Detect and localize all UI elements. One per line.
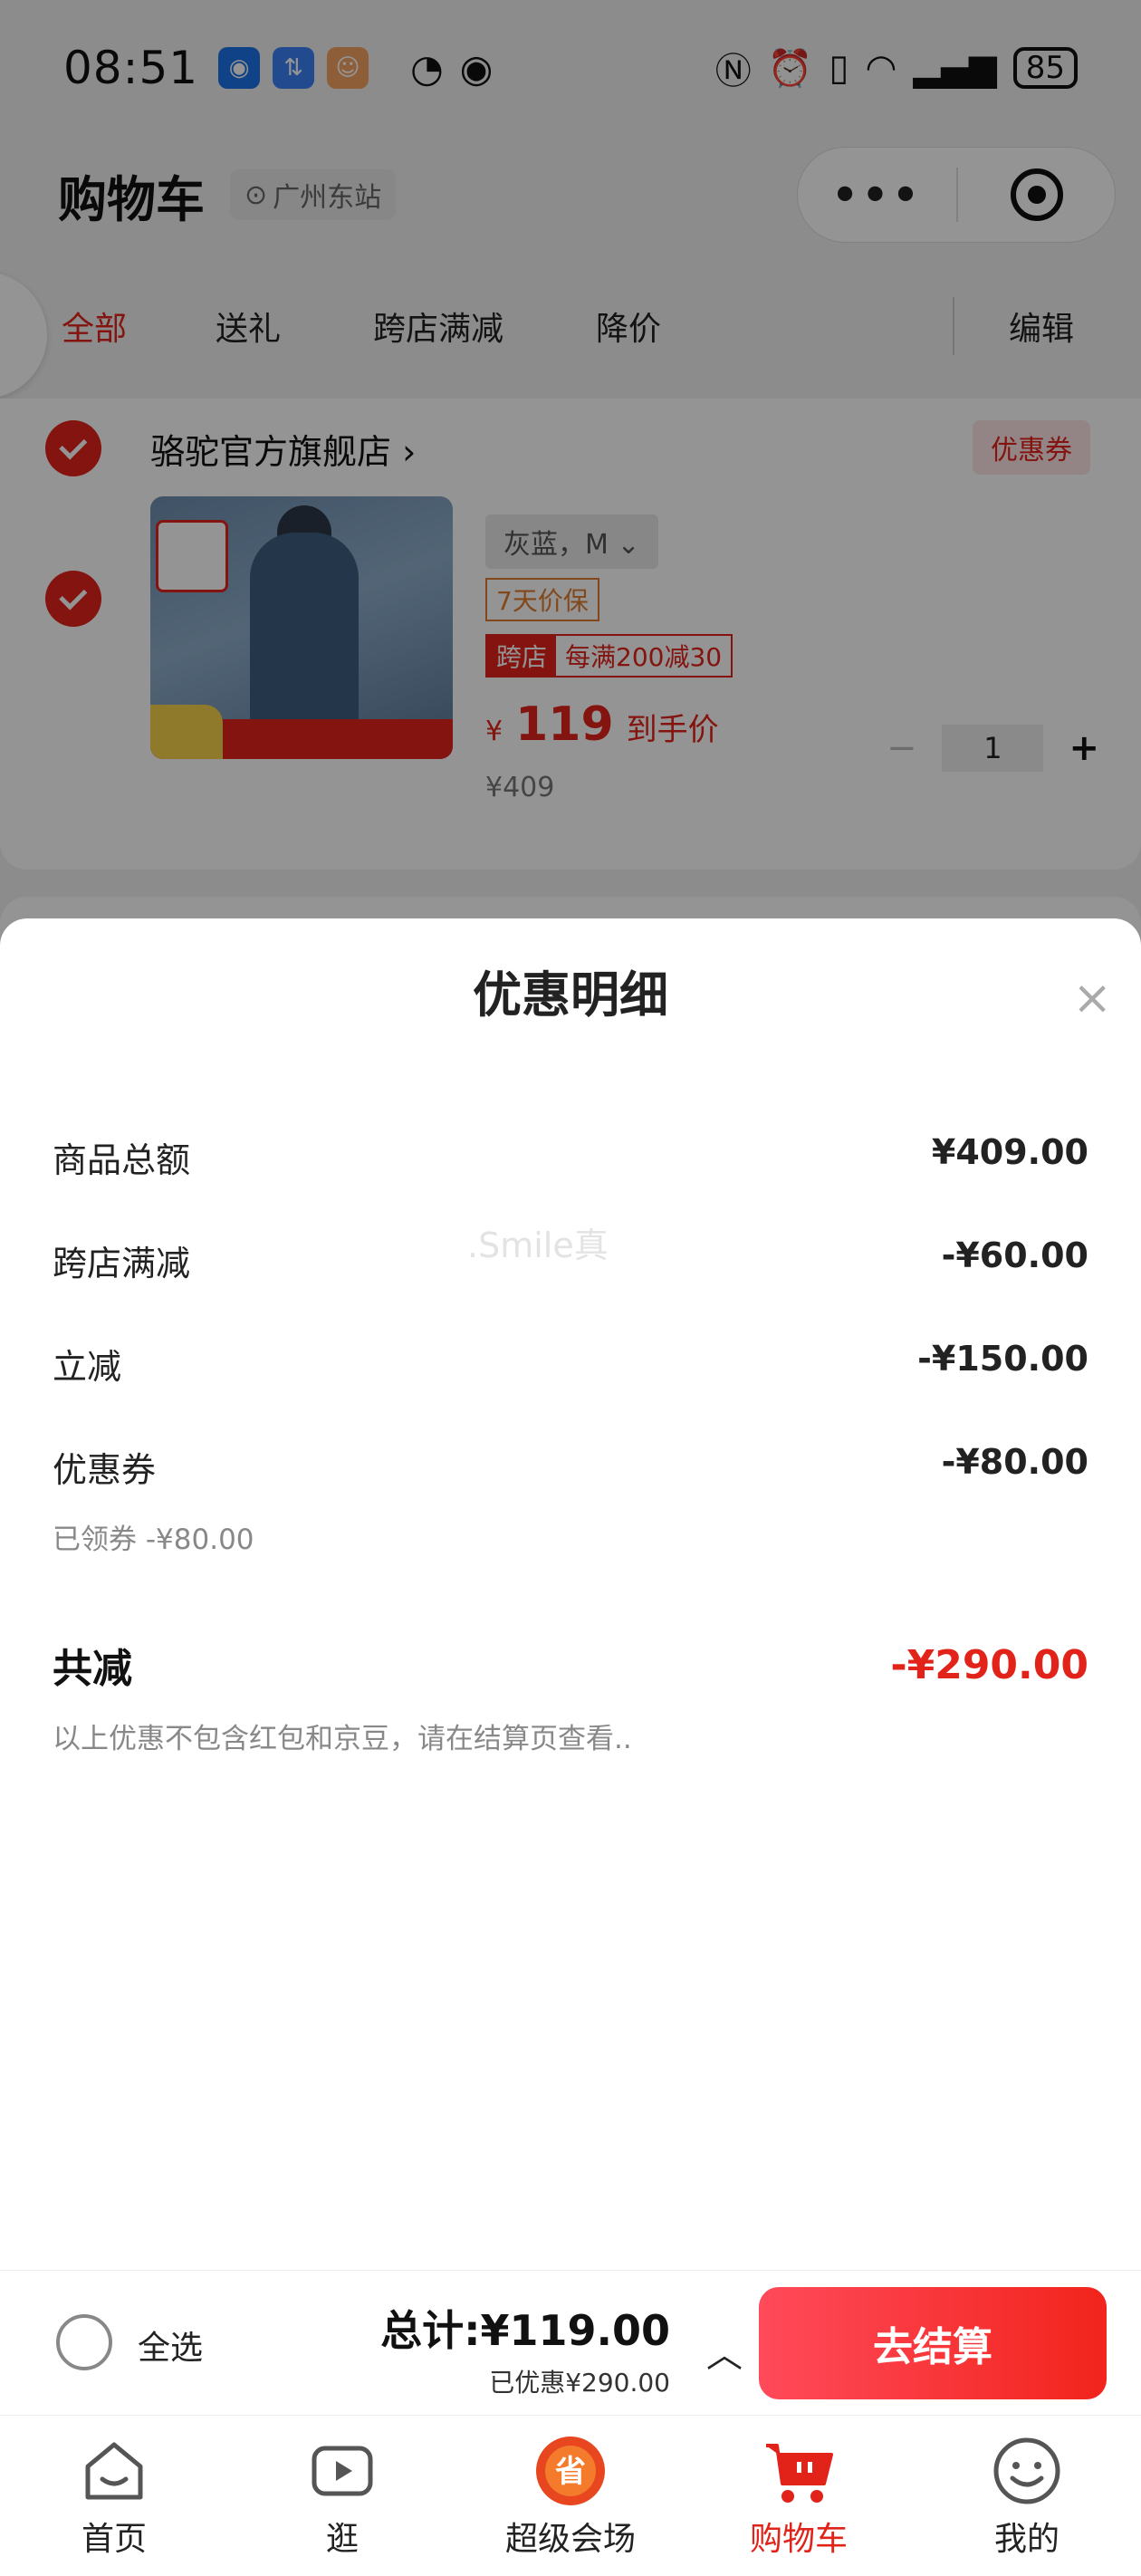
select-all-label[interactable]: 全选 <box>138 2321 203 2369</box>
close-icon[interactable]: × <box>1072 975 1112 1022</box>
total-label: 共减 <box>53 1646 132 1692</box>
total-discount-row: 共减 -¥290.00 <box>53 1636 1088 1694</box>
detail-row: 立减 -¥150.00 <box>53 1339 1088 1389</box>
tabbar-item-venue[interactable]: 省 超级会场 <box>456 2416 685 2576</box>
row-label: 立减 <box>53 1347 122 1387</box>
tabbar-label: 逛 <box>325 2520 359 2558</box>
video-icon <box>304 2433 380 2509</box>
select-all-checkbox[interactable] <box>56 2314 112 2370</box>
chevron-up-icon[interactable]: ︿ <box>706 2325 743 2378</box>
detail-row: 商品总额 ¥409.00 <box>53 1132 1088 1182</box>
row-label: 跨店满减 <box>53 1244 191 1283</box>
discount-note: 以上优惠不包含红包和京豆，请在结算页查看.. <box>53 1723 632 1755</box>
total-price: 总计:¥119.00 <box>380 2306 670 2355</box>
total-summary: 总计:¥119.00 已优惠¥290.00 <box>380 2298 670 2399</box>
tabbar-label: 超级会场 <box>504 2520 636 2558</box>
checkout-button[interactable]: 去结算 <box>759 2287 1107 2399</box>
tabbar-item-profile[interactable]: 我的 <box>913 2416 1141 2576</box>
discount-summary: 已优惠¥290.00 <box>489 2368 670 2398</box>
row-value: ¥409.00 <box>931 1132 1088 1172</box>
bottom-tab-bar: 首页 逛 省 超级会场 购物车 我的 <box>0 2415 1141 2576</box>
row-value: -¥60.00 <box>941 1235 1088 1275</box>
tabbar-item-cart[interactable]: 购物车 <box>685 2416 913 2576</box>
coupon-sub-note: 已领券 -¥80.00 <box>53 1523 254 1556</box>
tabbar-label: 购物车 <box>749 2520 848 2558</box>
profile-icon <box>989 2433 1065 2509</box>
row-value: -¥80.00 <box>941 1442 1088 1482</box>
tabbar-item-home[interactable]: 首页 <box>0 2416 228 2576</box>
row-value: -¥150.00 <box>917 1339 1088 1379</box>
detail-row: 跨店满减 -¥60.00 <box>53 1235 1088 1285</box>
checkout-bar: 全选 总计:¥119.00 已优惠¥290.00 ︿ 去结算 <box>0 2270 1141 2415</box>
row-label: 商品总额 <box>53 1140 191 1180</box>
row-label: 优惠券 <box>53 1450 157 1490</box>
home-icon <box>76 2433 152 2509</box>
svg-text:省: 省 <box>555 2454 586 2490</box>
cart-icon <box>761 2433 837 2509</box>
tabbar-label: 首页 <box>81 2520 147 2558</box>
total-value: -¥290.00 <box>890 1641 1088 1688</box>
discount-detail-sheet: 优惠明细 × .Smile真 商品总额 ¥409.00 跨店满减 -¥60.00… <box>0 918 1141 2270</box>
detail-row: 优惠券 -¥80.00 <box>53 1442 1088 1492</box>
tabbar-item-browse[interactable]: 逛 <box>228 2416 456 2576</box>
venue-icon: 省 <box>532 2433 609 2509</box>
sheet-title: 优惠明细 <box>473 966 668 1024</box>
tabbar-label: 我的 <box>993 2520 1060 2558</box>
